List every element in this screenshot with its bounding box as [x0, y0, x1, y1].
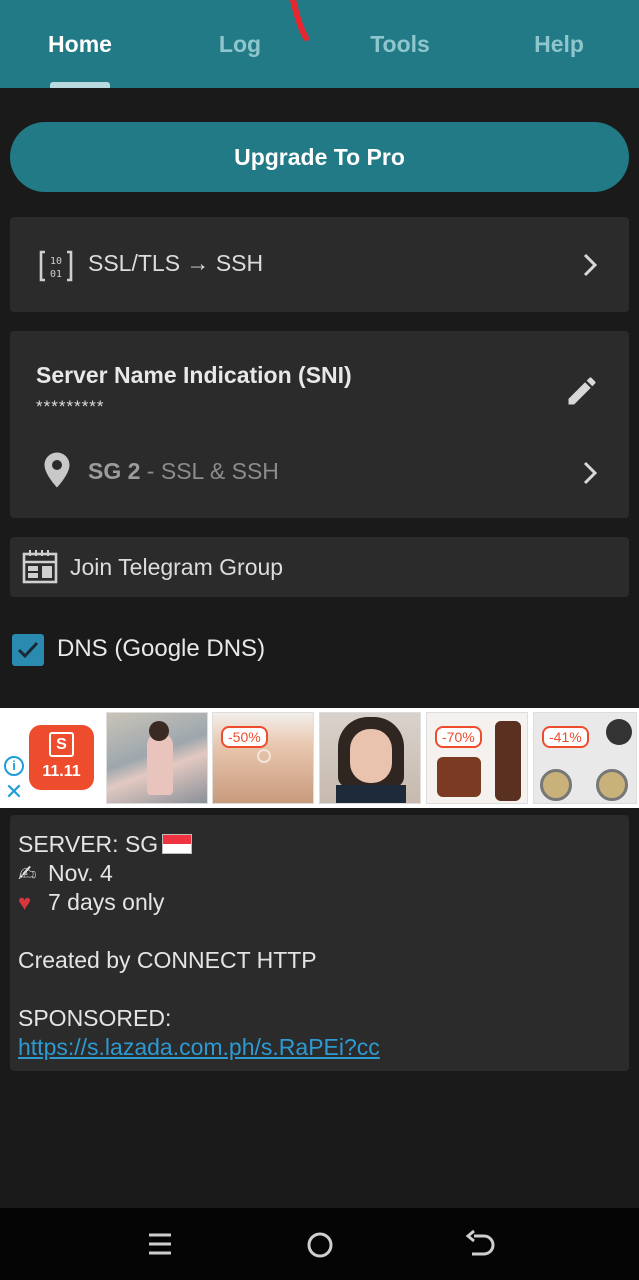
- svg-text:01: 01: [50, 269, 62, 280]
- protocol-selector[interactable]: 10 01 SSL/TLS → SSH: [10, 217, 629, 312]
- server-name: SG 2: [88, 458, 141, 484]
- info-sponsored: SPONSORED:: [18, 1005, 172, 1031]
- discount-badge: -70%: [435, 726, 482, 748]
- sponsored-link[interactable]: https://s.lazada.com.ph/s.RaPEi?cc: [18, 1034, 380, 1061]
- shopping-bag-icon: S: [49, 732, 74, 757]
- telegram-label: Join Telegram Group: [70, 554, 284, 580]
- binary-icon: 10 01: [39, 250, 73, 282]
- protocol-label: SSL/TLS → SSH: [88, 250, 264, 276]
- recent-apps-icon[interactable]: [140, 1230, 180, 1260]
- product-image[interactable]: [106, 712, 208, 804]
- writing-hand-icon: ✍: [18, 861, 37, 886]
- dns-checkbox[interactable]: [12, 634, 44, 666]
- server-selector[interactable]: SG 2 - SSL & SSH: [10, 436, 629, 506]
- dns-label: DNS (Google DNS): [57, 635, 266, 662]
- product-image[interactable]: -70%: [426, 712, 528, 804]
- chevron-right-icon: [583, 253, 598, 277]
- annotation-mark: [290, 0, 309, 41]
- info-date-text: Nov. 4: [48, 860, 113, 886]
- sni-card: Server Name Indication (SNI) ********* S…: [10, 331, 629, 518]
- ad-event-label: 11.11: [42, 763, 81, 780]
- sni-value: *********: [36, 397, 105, 416]
- broken-heart-icon: ♥: [18, 890, 32, 915]
- location-pin-icon: [44, 452, 70, 488]
- info-created-by: Created by CONNECT HTTP: [18, 947, 317, 973]
- edit-pencil-icon[interactable]: [564, 373, 600, 409]
- sni-title: Server Name Indication (SNI): [36, 362, 352, 388]
- home-circle-icon[interactable]: [300, 1230, 340, 1260]
- product-image[interactable]: [319, 712, 421, 804]
- tab-tools[interactable]: Tools: [320, 0, 480, 88]
- info-days-text: 7 days only: [48, 889, 165, 915]
- system-nav-bar: [0, 1208, 639, 1280]
- calendar-icon: [22, 550, 58, 584]
- info-server-text: SERVER: SG: [18, 831, 159, 857]
- discount-badge: -50%: [221, 726, 268, 748]
- server-info-card: SERVER: SG ✍ Nov. 4 ♥ 7 days only Created …: [10, 815, 629, 1071]
- join-telegram-button[interactable]: Join Telegram Group: [10, 537, 629, 597]
- product-image[interactable]: -50%: [212, 712, 314, 804]
- product-image[interactable]: -41%: [533, 712, 637, 804]
- upgrade-to-pro-button[interactable]: Upgrade To Pro: [10, 122, 629, 192]
- top-tab-bar: Home Log Tools Help: [0, 0, 639, 88]
- checkmark-icon: [17, 641, 39, 659]
- server-detail: - SSL & SSH: [140, 458, 279, 484]
- svg-text:10: 10: [50, 256, 62, 267]
- singapore-flag-icon: [162, 834, 193, 854]
- ad-close-icon[interactable]: ✕: [4, 781, 24, 803]
- shopee-logo: S 11.11: [29, 725, 94, 790]
- back-icon[interactable]: [460, 1230, 500, 1260]
- discount-badge: -41%: [542, 726, 589, 748]
- tab-home[interactable]: Home: [0, 0, 160, 88]
- server-label: SG 2 - SSL & SSH: [88, 458, 279, 485]
- info-date-line: ✍ Nov. 4: [18, 860, 113, 887]
- dns-option[interactable]: DNS (Google DNS): [12, 632, 612, 668]
- chevron-right-icon: [583, 461, 598, 485]
- ad-info-icon[interactable]: i: [4, 756, 24, 776]
- tab-help[interactable]: Help: [479, 0, 639, 88]
- active-tab-indicator: [50, 82, 110, 88]
- ad-banner[interactable]: i ✕ S 11.11 -50% -70% -41%: [0, 708, 639, 808]
- info-days-line: ♥ 7 days only: [18, 889, 164, 916]
- info-server-line: SERVER: SG: [18, 831, 193, 858]
